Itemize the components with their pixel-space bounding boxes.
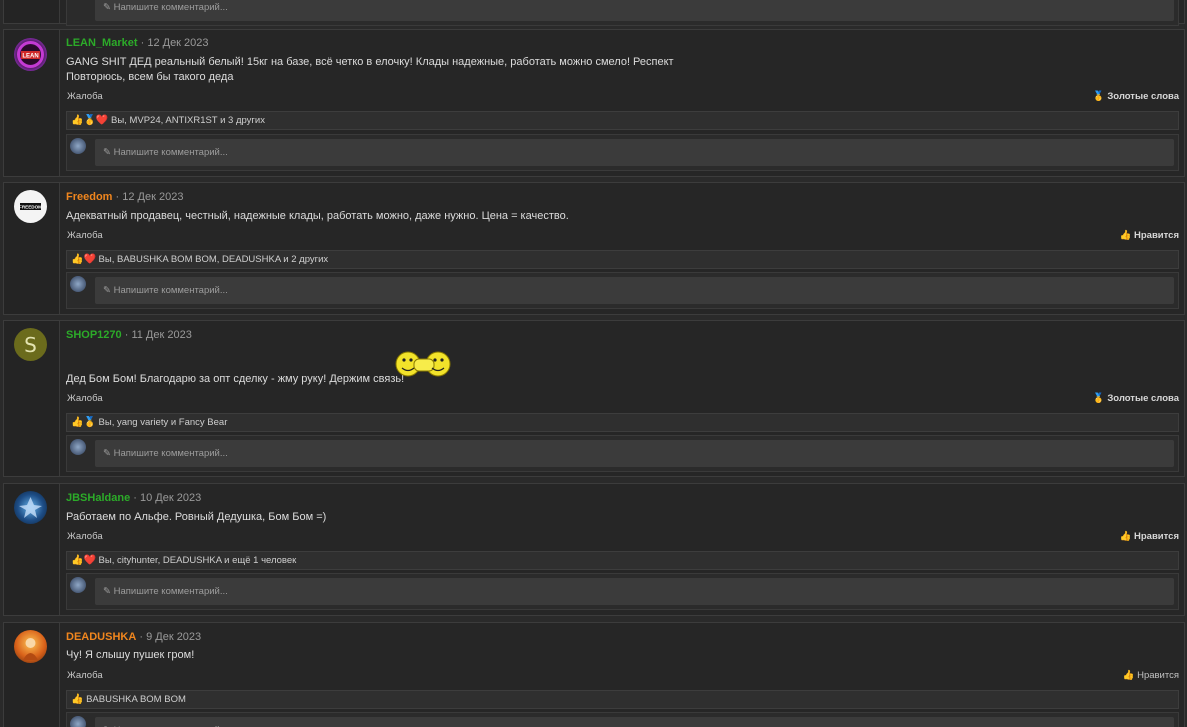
my-avatar [70, 138, 86, 154]
reaction-emoji-icons: 👍🥇❤️ [71, 115, 109, 126]
comment-box: ✎ Напишите комментарий... [66, 435, 1179, 472]
my-avatar [70, 716, 86, 727]
post-header: Freedom · 12 Дек 2023 [66, 191, 184, 203]
report-link[interactable]: Жалоба [67, 670, 103, 681]
comment-box: ✎ Напишите комментарий... [66, 712, 1179, 727]
reactions-text: BABUSHKA BOM BOM [86, 694, 186, 705]
comment-input[interactable]: ✎ Напишите комментарий... [95, 578, 1174, 605]
reactions-bar[interactable]: 👍🥇 Вы, yang variety и Fancy Bear [66, 413, 1179, 432]
post-sidebar [4, 0, 60, 23]
avatar[interactable]: FREEDOM [14, 190, 47, 223]
post: FREEDOM Freedom · 12 Дек 2023 Адекватный… [3, 182, 1185, 315]
comment-input[interactable]: ✎ Напишите комментарий... [95, 717, 1174, 727]
reaction-button[interactable]: 👍 Нравится [1120, 531, 1179, 542]
my-avatar [70, 276, 86, 292]
comment-input[interactable]: ✎ Напишите комментарий... [95, 0, 1174, 21]
post-header: LEAN_Market · 12 Дек 2023 [66, 37, 209, 49]
post-text: Дед Бом Бом! Благодарю за опт сделку - ж… [66, 373, 405, 385]
reactions-bar[interactable]: 👍🥇❤️ Вы, MVP24, ANTIXR1ST и 3 других [66, 111, 1179, 130]
post-header: JBSHaldane · 10 Дек 2023 [66, 492, 202, 504]
pencil-icon: ✎ [103, 586, 114, 597]
post-text: Работаем по Альфе. Ровный Дедушка, Бом Б… [66, 511, 327, 523]
post-date[interactable]: 10 Дек 2023 [140, 492, 201, 504]
avatar[interactable]: S [14, 328, 47, 361]
gold-medal-icon: 🥇 [1092, 393, 1108, 404]
gold-medal-icon: 🥇 [1092, 91, 1108, 102]
avatar[interactable] [14, 491, 47, 524]
svg-text:LEAN: LEAN [22, 54, 38, 60]
comment-input[interactable]: ✎ Напишите комментарий... [95, 277, 1174, 304]
reaction-button[interactable]: 🥇 Золотые слова [1093, 393, 1179, 404]
reaction-button[interactable]: 👍 Нравится [1120, 230, 1179, 241]
reactions-bar[interactable]: 👍❤️ Вы, BABUSHKA BOM BOM, DEADUSHKA и 2 … [66, 250, 1179, 269]
reactions-bar[interactable]: 👍 BABUSHKA BOM BOM [66, 690, 1179, 709]
post-sidebar [4, 484, 60, 615]
my-avatar [70, 577, 86, 593]
post-sidebar [4, 623, 60, 727]
pencil-icon: ✎ [103, 285, 114, 296]
username-link[interactable]: DEADUSHKA [66, 631, 136, 643]
post-date[interactable]: 11 Дек 2023 [131, 329, 191, 341]
post-header: SHOP1270 · 11 Дек 2023 [66, 329, 192, 341]
comment-box: ✎ Напишите комментарий... [66, 134, 1179, 171]
post: JBSHaldane · 10 Дек 2023 Работаем по Аль… [3, 483, 1185, 616]
svg-text:FREEDOM: FREEDOM [19, 205, 42, 210]
post-date[interactable]: 12 Дек 2023 [122, 191, 183, 203]
report-link[interactable]: Жалоба [67, 531, 103, 542]
avatar[interactable] [14, 630, 47, 663]
post-header: DEADUSHKA · 9 Дек 2023 [66, 631, 202, 643]
post: DEADUSHKA · 9 Дек 2023 Чу! Я слышу пушек… [3, 622, 1185, 727]
post-text: GANG SHIT ДЕД реальный белый! 15кг на ба… [66, 56, 674, 83]
post-sidebar: LEAN [4, 30, 60, 176]
comment-box: ✎ Напишите комментарий... [66, 573, 1179, 610]
report-link[interactable]: Жалоба [67, 393, 103, 404]
pencil-icon: ✎ [103, 2, 114, 13]
handshake-smiley-icon [390, 347, 458, 381]
username-link[interactable]: JBSHaldane [66, 492, 130, 504]
comment-box: ✎ Напишите комментарий... [66, 272, 1179, 309]
pencil-icon: ✎ [103, 147, 114, 158]
comment-input[interactable]: ✎ Напишите комментарий... [95, 139, 1174, 166]
reaction-emoji-icons: 👍❤️ [71, 254, 96, 265]
comment-box: ✎ Напишите комментарий... [66, 0, 1179, 26]
username-link[interactable]: Freedom [66, 191, 112, 203]
reaction-emoji-icons: 👍🥇 [71, 417, 96, 428]
avatar[interactable]: LEAN [14, 38, 47, 71]
reactions-text: Вы, MVP24, ANTIXR1ST и 3 других [111, 115, 265, 126]
comment-input[interactable]: ✎ Напишите комментарий... [95, 440, 1174, 467]
post-text: Адекватный продавец, честный, надежные к… [66, 210, 569, 222]
report-link[interactable]: Жалоба [67, 91, 103, 102]
reaction-button[interactable]: 👍 Нравится [1123, 670, 1179, 681]
post-text: Чу! Я слышу пушек гром! [66, 649, 195, 661]
reaction-emoji-icons: 👍 [71, 694, 84, 705]
post: S SHOP1270 · 11 Дек 2023 Дед Бом Бом! Бл… [3, 320, 1185, 477]
my-avatar [70, 439, 86, 455]
reaction-button[interactable]: 🥇 Золотые слова [1093, 91, 1179, 102]
reactions-bar[interactable]: 👍❤️ Вы, cityhunter, DEADUSHKA и ещё 1 че… [66, 551, 1179, 570]
thumbs-up-outline-icon: 👍 [1122, 670, 1138, 681]
post: LEAN LEAN_Market · 12 Дек 2023 GANG SHIT… [3, 29, 1185, 177]
post-sidebar: S [4, 321, 60, 476]
username-link[interactable]: SHOP1270 [66, 329, 122, 341]
pencil-icon: ✎ [103, 448, 114, 459]
thumbs-up-icon: 👍 [1119, 531, 1135, 542]
username-link[interactable]: LEAN_Market [66, 37, 138, 49]
post-date[interactable]: 9 Дек 2023 [146, 631, 201, 643]
reactions-text: Вы, cityhunter, DEADUSHKA и ещё 1 челове… [98, 555, 297, 566]
report-link[interactable]: Жалоба [67, 230, 103, 241]
reactions-text: Вы, BABUSHKA BOM BOM, DEADUSHKA и 2 друг… [98, 254, 329, 265]
post-date[interactable]: 12 Дек 2023 [147, 37, 208, 49]
thumbs-up-icon: 👍 [1119, 230, 1135, 241]
post-partial: ✎ Напишите комментарий... [3, 0, 1185, 26]
reaction-emoji-icons: 👍❤️ [71, 555, 96, 566]
reactions-text: Вы, yang variety и Fancy Bear [98, 417, 228, 428]
post-sidebar: FREEDOM [4, 183, 60, 314]
